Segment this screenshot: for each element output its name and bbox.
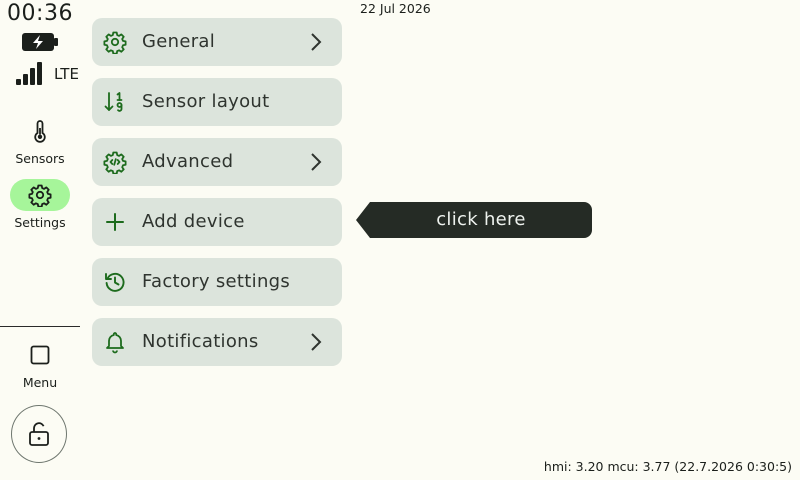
network-type-label: LTE: [54, 65, 79, 83]
chevron-right-icon: [311, 333, 322, 351]
date-label: 22 Jul 2026: [360, 1, 431, 16]
lock-button[interactable]: [11, 405, 67, 463]
history-icon: [105, 272, 125, 292]
chevron-right-icon: [311, 153, 322, 171]
menu-item-sensor-layout[interactable]: Sensor layout: [92, 78, 342, 126]
menu-item-label: General: [142, 31, 216, 52]
menu-item-advanced[interactable]: Advanced: [92, 138, 342, 186]
menu-item-notifications[interactable]: Notifications: [92, 318, 342, 366]
menu-item-add-device[interactable]: Add device: [92, 198, 342, 246]
nav-menu-label: Menu: [22, 375, 58, 390]
nav-menu-button[interactable]: Menu: [0, 339, 80, 391]
nav-settings-pill: [10, 179, 70, 211]
thermometer-icon: [34, 120, 46, 143]
menu-item-label: Add device: [142, 211, 245, 232]
navigation-rail: 00:36 LTE Sensors Settings Menu: [0, 0, 80, 480]
signal-strength-icon: [16, 62, 42, 85]
unlock-icon: [29, 422, 49, 446]
plus-icon: [106, 213, 124, 231]
network-status: LTE: [16, 61, 79, 85]
tooltip-text: click here: [436, 209, 526, 230]
sort-order-icon: [104, 92, 123, 112]
version-info: hmi: 3.20 mcu: 3.77 (22.7.2026 0:30:5): [543, 459, 792, 474]
gear-icon: [28, 184, 52, 207]
square-icon: [30, 345, 50, 365]
chevron-right-icon: [311, 33, 322, 51]
menu-item-label: Sensor layout: [142, 91, 270, 112]
hint-tooltip: click here: [356, 202, 592, 238]
menu-item-label: Factory settings: [142, 271, 291, 292]
nav-sensors-pill: [10, 115, 70, 147]
menu-item-factory-settings[interactable]: Factory settings: [92, 258, 342, 306]
battery-charging-icon: [22, 33, 58, 51]
nav-sensors-label: Sensors: [15, 151, 65, 166]
gear-icon: [103, 31, 127, 54]
nav-menu-pill: [10, 339, 70, 371]
menu-item-label: Notifications: [142, 331, 259, 352]
nav-settings-label: Settings: [14, 215, 66, 230]
bell-icon: [106, 332, 124, 354]
menu-item-label: Advanced: [142, 151, 234, 172]
menu-item-general[interactable]: General: [92, 18, 342, 66]
nav-settings-button[interactable]: Settings: [0, 179, 80, 231]
clock: 00:36: [7, 1, 73, 26]
nav-sensors-button[interactable]: Sensors: [0, 115, 80, 167]
code-gear-icon: [103, 151, 127, 174]
rail-divider: [0, 326, 80, 327]
settings-menu: General Sensor layout Advanced Add devic…: [92, 18, 342, 378]
